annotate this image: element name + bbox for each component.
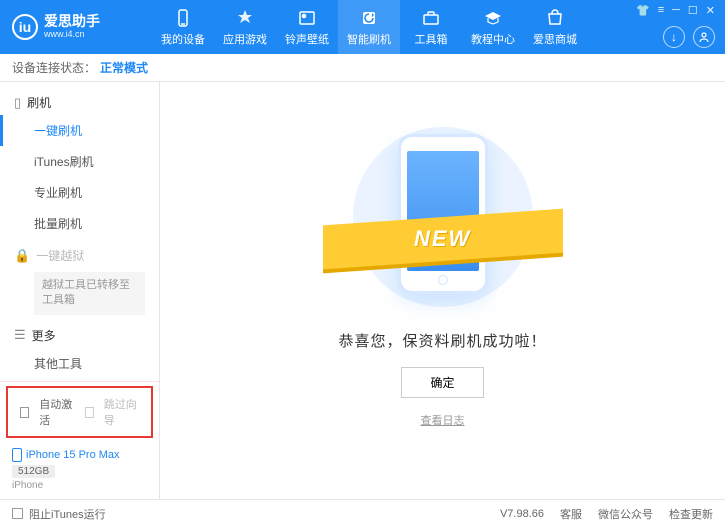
nav-shop[interactable]: 爱思商城	[524, 0, 586, 54]
nav-toolbox[interactable]: 工具箱	[400, 0, 462, 54]
toolbox-icon	[421, 8, 441, 28]
footer: 阻止iTunes运行 V7.98.66 客服 微信公众号 检查更新	[0, 499, 725, 527]
options-highlight: 自动激活 跳过向导	[6, 386, 153, 438]
app-header: iu 爱思助手 www.i4.cn 我的设备 应用游戏 铃声壁纸 智能刷机 工具…	[0, 0, 725, 54]
refresh-icon	[359, 8, 379, 28]
more-icon: ☰	[14, 327, 26, 343]
close-icon[interactable]: ✕	[706, 4, 715, 17]
graduation-icon	[483, 8, 503, 28]
checkbox-block-itunes[interactable]	[12, 508, 23, 519]
lock-icon: 🔒	[14, 248, 30, 264]
menu-icon[interactable]: ≡	[658, 4, 664, 17]
device-type: iPhone	[12, 480, 147, 491]
footer-link-support[interactable]: 客服	[560, 506, 582, 522]
minimize-icon[interactable]: ─	[672, 4, 680, 17]
main-content: NEW 恭喜您，保资料刷机成功啦！ 确定 查看日志	[160, 82, 725, 499]
main-nav: 我的设备 应用游戏 铃声壁纸 智能刷机 工具箱 教程中心 爱思商城	[152, 0, 586, 54]
app-icon	[235, 8, 255, 28]
status-label: 设备连接状态：	[12, 59, 96, 76]
app-url: www.i4.cn	[44, 30, 100, 40]
device-icon	[12, 448, 22, 462]
maximize-icon[interactable]: ☐	[688, 4, 698, 17]
checkbox-auto-activate[interactable]	[20, 407, 29, 418]
window-controls: 👕 ≡ ─ ☐ ✕	[636, 0, 715, 17]
nav-tutorial[interactable]: 教程中心	[462, 0, 524, 54]
nav-apps[interactable]: 应用游戏	[214, 0, 276, 54]
device-icon	[173, 8, 193, 28]
sidebar-group-jailbreak: 🔒一键越狱	[0, 239, 159, 268]
jailbreak-note: 越狱工具已转移至工具箱	[34, 272, 145, 315]
view-log-link[interactable]: 查看日志	[421, 412, 465, 428]
logo-icon: iu	[12, 14, 38, 40]
download-icon[interactable]: ↓	[663, 26, 685, 48]
app-name: 爱思助手	[44, 14, 100, 29]
nav-my-device[interactable]: 我的设备	[152, 0, 214, 54]
sidebar-item-pro[interactable]: 专业刷机	[0, 177, 159, 208]
success-illustration: NEW	[333, 122, 553, 312]
sidebar-item-itunes[interactable]: iTunes刷机	[0, 146, 159, 177]
skin-icon[interactable]: 👕	[636, 4, 650, 17]
device-info[interactable]: iPhone 15 Pro Max 512GB iPhone	[0, 442, 159, 499]
status-bar: 设备连接状态： 正常模式	[0, 54, 725, 82]
status-value: 正常模式	[100, 59, 148, 76]
nav-ringtone[interactable]: 铃声壁纸	[276, 0, 338, 54]
success-message: 恭喜您，保资料刷机成功啦！	[338, 330, 546, 351]
sidebar-item-oneclick[interactable]: 一键刷机	[0, 115, 159, 146]
shop-icon	[545, 8, 565, 28]
sidebar-group-flash[interactable]: ▯刷机	[0, 86, 159, 115]
sidebar-item-batch[interactable]: 批量刷机	[0, 208, 159, 239]
sidebar: ▯刷机 一键刷机 iTunes刷机 专业刷机 批量刷机 🔒一键越狱 越狱工具已转…	[0, 82, 160, 499]
user-icon[interactable]	[693, 26, 715, 48]
device-storage: 512GB	[12, 465, 55, 478]
logo: iu 爱思助手 www.i4.cn	[12, 14, 152, 40]
sidebar-item-other[interactable]: 其他工具	[0, 348, 159, 379]
footer-link-update[interactable]: 检查更新	[669, 506, 713, 522]
version-label: V7.98.66	[500, 508, 544, 520]
checkbox-skip-guide	[85, 407, 94, 418]
image-icon	[297, 8, 317, 28]
ok-button[interactable]: 确定	[401, 367, 483, 398]
nav-flash[interactable]: 智能刷机	[338, 0, 400, 54]
footer-link-wechat[interactable]: 微信公众号	[598, 506, 653, 522]
phone-icon: ▯	[14, 95, 21, 111]
sidebar-group-more[interactable]: ☰更多	[0, 319, 159, 348]
block-itunes-label: 阻止iTunes运行	[29, 506, 106, 522]
